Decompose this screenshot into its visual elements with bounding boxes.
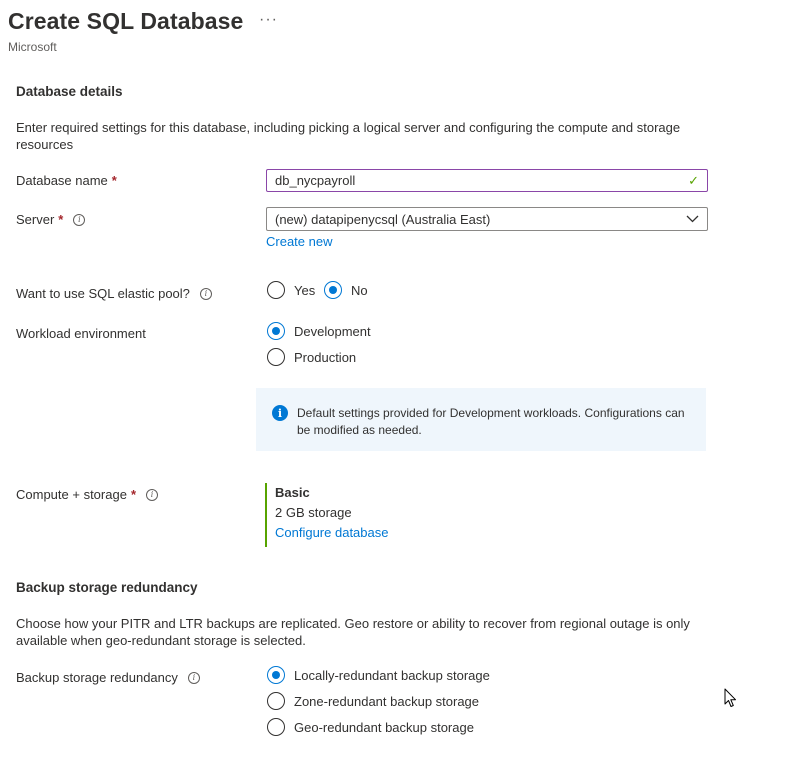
more-options-button[interactable]: ···: [259, 11, 278, 29]
mouse-pointer-icon: [724, 688, 736, 707]
radio-circle: [267, 666, 285, 684]
backup-redundancy-label: Backup storage redundancy i: [16, 670, 200, 685]
radio-label: Locally-redundant backup storage: [294, 667, 490, 683]
radio-label: Development: [294, 323, 371, 339]
radio-label: Yes: [294, 282, 316, 298]
database-name-value: db_nycpayroll: [275, 173, 356, 188]
compute-storage-label-text: Compute + storage: [16, 487, 127, 502]
backup-description: Choose how your PITR and LTR backups are…: [16, 616, 690, 648]
database-details-description: Enter required settings for this databas…: [16, 120, 681, 152]
server-label: Server * i: [16, 212, 86, 227]
elastic-pool-label-text: Want to use SQL elastic pool?: [16, 286, 190, 301]
info-banner-text: Default settings provided for Developmen…: [297, 406, 685, 437]
chevron-down-icon: [686, 215, 699, 223]
info-banner: i Default settings provided for Developm…: [256, 388, 706, 451]
backup-heading: Backup storage redundancy: [16, 580, 198, 595]
tier-name: Basic: [275, 485, 310, 500]
info-icon[interactable]: i: [187, 671, 200, 684]
radio-circle: [324, 281, 342, 299]
info-filled-icon: i: [272, 405, 288, 421]
radio-circle: [267, 718, 285, 736]
create-new-server-link[interactable]: Create new: [266, 234, 332, 249]
backup-locally-redundant-radio[interactable]: Locally-redundant backup storage: [267, 666, 490, 684]
radio-label: Geo-redundant backup storage: [294, 719, 474, 735]
info-icon[interactable]: i: [73, 213, 86, 226]
server-label-text: Server: [16, 212, 55, 227]
tier-storage: 2 GB storage: [275, 505, 352, 520]
radio-circle: [267, 692, 285, 710]
compute-storage-label: Compute + storage * i: [16, 487, 158, 502]
checkmark-icon: ✓: [688, 172, 699, 188]
database-details-heading: Database details: [16, 84, 123, 99]
database-name-label: Database name *: [16, 173, 117, 188]
database-name-input[interactable]: db_nycpayroll ✓: [266, 169, 708, 192]
required-marker: *: [111, 173, 117, 188]
info-icon[interactable]: i: [199, 287, 212, 300]
info-icon[interactable]: i: [146, 488, 158, 501]
backup-geo-redundant-radio[interactable]: Geo-redundant backup storage: [267, 718, 474, 736]
radio-circle: [267, 281, 285, 299]
workload-development-radio[interactable]: Development: [267, 322, 371, 340]
publisher-label: Microsoft: [8, 40, 57, 54]
elastic-pool-yes-radio[interactable]: Yes: [267, 281, 315, 299]
page-title: Create SQL Database: [8, 8, 244, 34]
required-marker: *: [58, 212, 64, 227]
workload-production-radio[interactable]: Production: [267, 348, 356, 366]
workload-environment-label: Workload environment: [16, 326, 146, 341]
required-marker: *: [130, 487, 136, 502]
radio-label: No: [351, 282, 368, 298]
radio-circle: [267, 348, 285, 366]
server-value: (new) datapipenycsql (Australia East): [275, 211, 491, 227]
workload-environment-label-text: Workload environment: [16, 326, 146, 341]
elastic-pool-no-radio[interactable]: No: [324, 281, 368, 299]
elastic-pool-label: Want to use SQL elastic pool? i: [16, 286, 212, 301]
radio-label: Zone-redundant backup storage: [294, 693, 480, 709]
backup-redundancy-label-text: Backup storage redundancy: [16, 670, 178, 685]
configure-database-link[interactable]: Configure database: [275, 523, 388, 543]
radio-label: Production: [294, 349, 357, 365]
server-dropdown[interactable]: (new) datapipenycsql (Australia East): [266, 207, 708, 231]
radio-circle: [267, 322, 285, 340]
database-name-label-text: Database name: [16, 173, 108, 188]
backup-zone-redundant-radio[interactable]: Zone-redundant backup storage: [267, 692, 479, 710]
compute-tier-summary: Basic 2 GB storage Configure database: [265, 483, 388, 547]
